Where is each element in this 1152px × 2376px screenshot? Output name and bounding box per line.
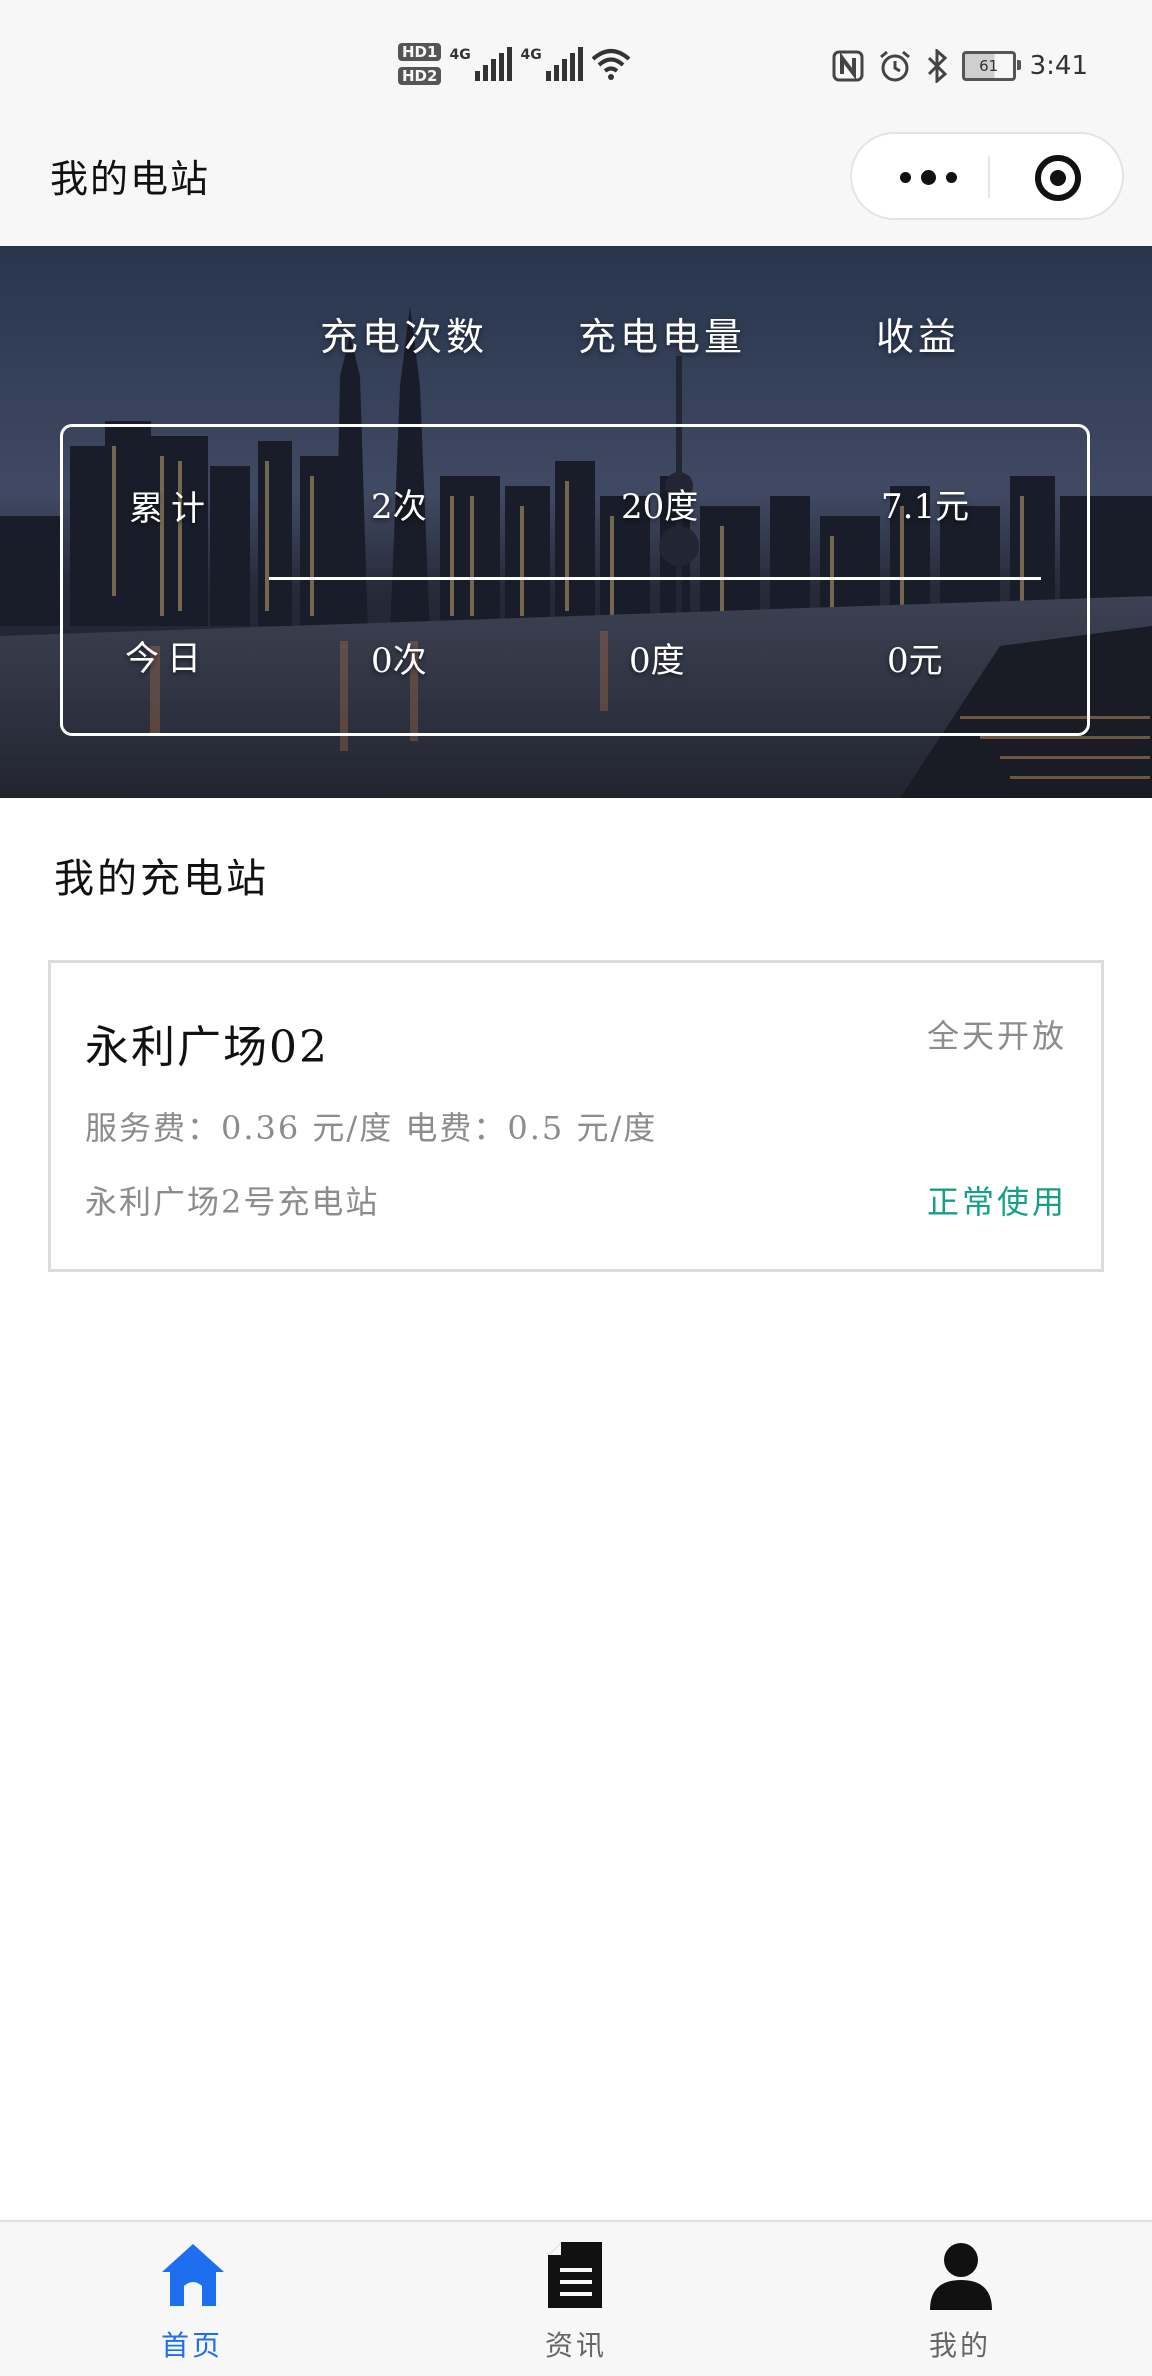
target-icon[interactable] [1034,154,1082,202]
today-charge-count: 0次 [371,641,427,681]
miniprogram-capsule [850,132,1124,220]
fee-info: 服务费：0.36 元/度 电费：0.5 元/度 [85,1109,658,1147]
clock: 3:41 [1029,51,1088,81]
row-label-total: 累计 [129,489,213,529]
wifi-icon [592,49,631,80]
tab-home[interactable]: 首页 [72,2222,312,2376]
page: HD1 HD2 4G 4G 61 3:41 我的电站 充电次数 充电电量 收益 … [0,0,1152,2376]
user-icon [930,2243,992,2310]
tab-news[interactable]: 资讯 [456,2222,696,2376]
tab-label-profile: 我的 [928,2329,991,2362]
status-bar: HD1 HD2 4G 4G 61 3:41 [0,0,1152,132]
hd-badge-2: HD2 [398,67,442,85]
network-type-label: 4G [449,47,471,63]
status-badge: 正常使用 [926,1183,1067,1221]
today-charge-energy: 0度 [629,641,685,681]
today-income: 0元 [887,641,943,681]
nfc-icon [832,50,864,82]
tab-bar: 首页 资讯 我的 [0,2220,1152,2376]
network-indicators: HD1 HD2 4G 4G [398,36,631,92]
document-icon [548,2242,602,2308]
header-income: 收益 [876,315,961,359]
stats-table: 累计 2次 20度 7.1元 今日 0次 0度 0元 [60,424,1090,736]
tab-label-home: 首页 [160,2329,223,2362]
row-separator [269,577,1041,580]
row-label-today: 今日 [125,639,209,679]
total-charge-count: 2次 [371,487,427,527]
total-charge-energy: 20度 [621,487,699,527]
open-hours: 全天开放 [926,1017,1067,1055]
stat-headers: 充电次数 充电电量 收益 [0,306,1152,366]
navigation-bar: 我的电站 [0,132,1152,246]
tab-label-news: 资讯 [544,2329,607,2362]
hd-badge-1: HD1 [398,43,442,61]
stats-banner: 充电次数 充电电量 收益 累计 2次 20度 7.1元 今日 0次 0度 0元 [0,246,1152,798]
signal-icon: 4G [449,47,513,81]
more-dots-icon[interactable] [888,160,968,194]
station-name: 永利广场02 [85,1022,329,1073]
tab-profile[interactable]: 我的 [840,2222,1080,2376]
signal-icon: 4G [520,47,584,81]
bluetooth-icon [927,49,947,83]
station-card[interactable]: 永利广场02 全天开放 服务费：0.36 元/度 电费：0.5 元/度 永利广场… [48,960,1104,1272]
header-charge-count: 充电次数 [320,315,489,359]
system-indicators: 61 3:41 [832,46,1088,86]
alarm-icon [879,50,910,82]
station-address: 永利广场2号充电站 [85,1183,380,1221]
home-icon [162,2244,224,2306]
capsule-divider [988,156,990,198]
section-title: 我的充电站 [54,856,269,902]
total-income: 7.1元 [881,487,970,527]
header-charge-energy: 充电电量 [578,315,747,359]
network-type-label: 4G [520,47,542,63]
battery-level: 61 [979,57,999,75]
battery-icon: 61 [961,51,1021,81]
page-title: 我的电站 [50,157,211,201]
